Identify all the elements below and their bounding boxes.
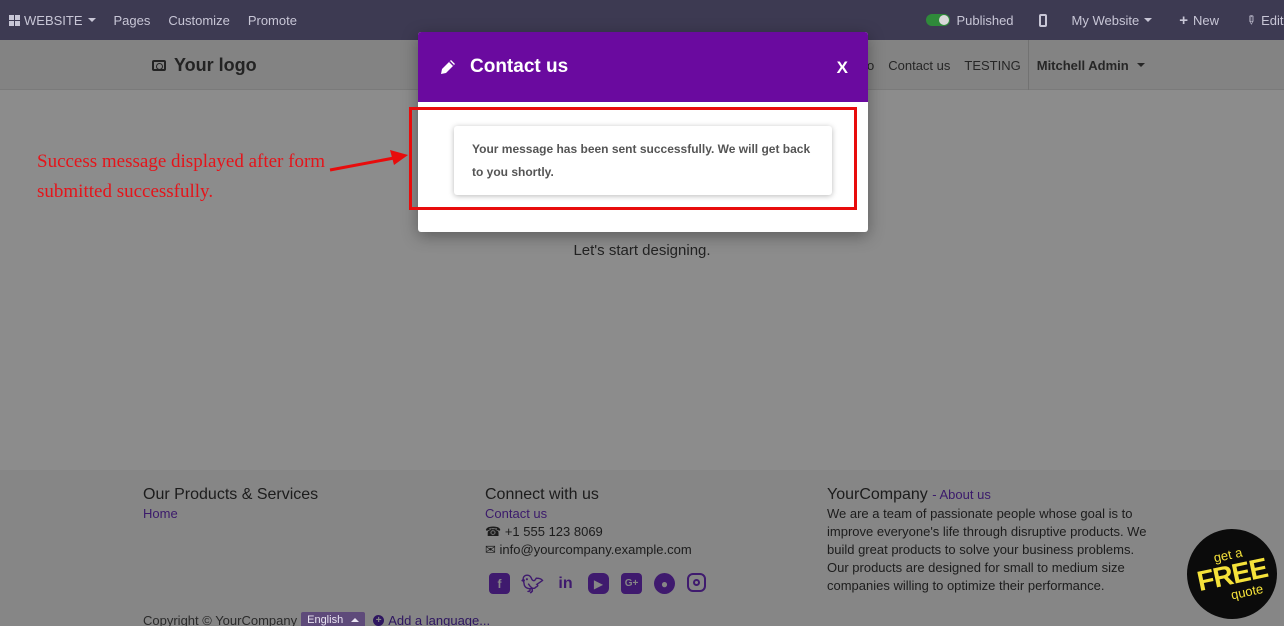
footer-connect-column: Connect with us Contact us ☎ +1 555 123 …	[485, 485, 706, 594]
user-menu[interactable]: Mitchell Admin	[1027, 40, 1152, 90]
caret-down-icon	[1136, 63, 1145, 67]
apps-grid-icon	[9, 14, 20, 26]
annotation-text: Success message displayed after form sub…	[37, 151, 326, 202]
facebook-icon[interactable]: f	[489, 573, 510, 594]
mobile-phone-icon	[1038, 13, 1047, 27]
phone-icon: ☎	[485, 524, 502, 539]
annotation-highlight-box	[409, 107, 857, 210]
caret-down-icon	[1144, 18, 1153, 22]
footer-home-link[interactable]: Home	[143, 505, 318, 523]
footer-phone: ☎ +1 555 123 8069	[485, 524, 603, 539]
site-logo[interactable]: Your logo	[152, 55, 257, 76]
promote-menu[interactable]: Promote	[239, 0, 306, 40]
site-nav: o Contact us TESTING Mitchell Admin	[860, 40, 1152, 90]
footer-company-text: We are a team of passionate people whose…	[827, 506, 1147, 593]
footer-company-column: YourCompany - About us We are a team of …	[827, 485, 1147, 595]
modal-header: Contact us X	[418, 32, 868, 102]
my-website-menu[interactable]: My Website	[1063, 0, 1162, 40]
website-menu[interactable]: WEBSITE	[0, 0, 105, 40]
footer-company-title: YourCompany - About us	[827, 486, 991, 503]
social-icons: f 🐦︎ in ▶ G+ ●	[489, 573, 706, 594]
modal-title: Contact us	[470, 56, 569, 77]
footer-copyright: Copyright © YourCompany English + Add a l…	[143, 612, 491, 626]
footer-connect-title: Connect with us	[485, 486, 599, 503]
pencil-icon: ✎	[1242, 11, 1260, 29]
linkedin-icon[interactable]: in	[555, 573, 576, 594]
footer-contact-link[interactable]: Contact us	[485, 505, 706, 523]
annotation-arrow-icon	[329, 150, 408, 172]
mobile-preview-button[interactable]	[1023, 0, 1063, 40]
youtube-icon[interactable]: ▶	[588, 573, 609, 594]
add-language-link[interactable]: + Add a language...	[373, 613, 490, 626]
toggle-switch-icon	[926, 14, 951, 26]
footer-email[interactable]: ✉ info@yourcompany.example.com	[485, 541, 706, 559]
google-plus-icon[interactable]: G+	[621, 573, 642, 594]
nav-item-testing[interactable]: TESTING	[957, 58, 1027, 73]
camera-icon	[152, 60, 166, 71]
pages-menu[interactable]: Pages	[105, 0, 160, 40]
nav-item-contact-us[interactable]: Contact us	[881, 58, 957, 73]
envelope-icon: ✉	[485, 542, 496, 557]
plus-icon: +	[1179, 11, 1188, 29]
twitter-icon[interactable]: 🐦︎	[521, 573, 544, 594]
modal-close-button[interactable]: X	[837, 58, 848, 78]
edit-button[interactable]: ✎ Edit	[1228, 0, 1284, 40]
published-toggle[interactable]: Published	[917, 0, 1022, 40]
main-intro-text: Let's start designing.	[573, 242, 711, 259]
pencil-icon	[441, 60, 455, 74]
customize-menu[interactable]: Customize	[159, 0, 238, 40]
github-icon[interactable]: ●	[654, 573, 675, 594]
caret-up-icon	[351, 618, 360, 622]
site-footer: Our Products & Services Home Connect wit…	[0, 470, 1284, 626]
caret-down-icon	[87, 18, 96, 22]
instagram-icon[interactable]	[687, 573, 706, 592]
footer-products-title: Our Products & Services	[143, 486, 319, 503]
footer-products-column: Our Products & Services Home	[143, 485, 318, 523]
new-button[interactable]: + New	[1161, 0, 1228, 40]
language-selector[interactable]: English	[301, 612, 366, 626]
plus-circle-icon: +	[373, 614, 385, 626]
footer-about-link[interactable]: About us	[940, 487, 991, 502]
